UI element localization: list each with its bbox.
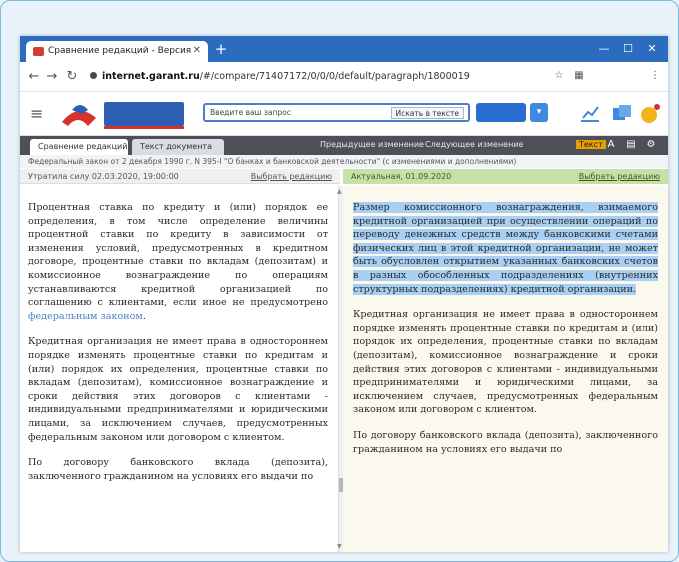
right-choose-edition-link[interactable]: Выбрать редакцию [579,172,660,181]
scroll-up-icon[interactable]: ▲ [337,188,342,195]
maximize-button[interactable]: ☐ [618,42,638,55]
settings-icon[interactable]: ⚙ [644,139,658,151]
reload-icon[interactable]: ↻ [64,69,80,84]
left-paragraph-1-text: Процентная ставка по кредиту и (или) пор… [28,202,328,309]
minimize-button[interactable]: — [594,42,614,55]
left-edition-header: Утратила силу 02.03.2020, 19:00:00 Выбра… [20,169,340,184]
new-tab-button[interactable]: + [212,42,230,58]
app-header: ≡ Введите ваш запрос Искать в тексте ▾ [20,92,668,136]
right-edition-label[interactable]: Актуальная, 01.09.2020 [351,172,451,181]
lock-icon [90,72,97,79]
url-path: /#/compare/71407172/0/0/0/default/paragr… [199,71,470,82]
menu-icon[interactable]: ⋮ [648,70,662,81]
left-edition-text: Процентная ставка по кредиту и (или) пор… [20,186,336,552]
left-choose-edition-link[interactable]: Выбрать редакцию [251,172,332,181]
text-mode-badge[interactable]: Текст [576,140,606,149]
title-bar: Сравнение редакций - Версия ✕ + — ☐ ✕ [20,36,668,62]
left-edition-label[interactable]: Утратила силу 02.03.2020, 19:00:00 [28,172,179,181]
hamburger-icon[interactable]: ≡ [30,104,43,123]
back-icon[interactable]: ← [26,69,42,84]
tab-title: Сравнение редакций - Версия [48,46,192,56]
chart-icon[interactable] [578,102,602,124]
left-paragraph-2: Кредитная организация не имеет права в о… [28,336,328,443]
browser-window: Сравнение редакций - Версия ✕ + — ☐ ✕ ← … [20,36,668,552]
star-icon[interactable]: ☆ [552,70,566,81]
search-input[interactable]: Введите ваш запрос Искать в тексте [203,103,470,122]
search-options-button[interactable]: ▾ [530,103,548,122]
right-paragraph-3: По договору банковского вклада (депозита… [353,429,658,455]
right-edition-header: Актуальная, 01.09.2020 Выбрать редакцию [343,169,668,184]
favicon-icon [33,47,44,56]
left-paragraph-1: Процентная ставка по кредиту и (или) пор… [28,201,328,323]
left-paragraph-3: По договору банковского вклада (депозита… [28,457,328,482]
right-paragraph-2: Кредитная организация не имеет права в о… [353,309,658,416]
prev-change-link[interactable]: Предыдущее изменение [320,140,424,149]
added-text-highlight: Размер комиссионного вознаграждения, взи… [353,202,658,295]
compare-toolbar: Сравнение редакций Текст документа Преды… [20,136,668,155]
documents-icon[interactable] [610,102,634,124]
print-icon[interactable]: ▤ [624,139,638,151]
browser-tab[interactable]: Сравнение редакций - Версия ✕ [26,41,208,62]
scroll-down-icon[interactable]: ▼ [337,543,342,550]
right-edition-text: Размер комиссионного вознаграждения, взи… [343,186,668,552]
notification-icon[interactable] [638,102,662,124]
federal-law-link[interactable]: федеральным законом [28,311,143,322]
tab-compare-editions[interactable]: Сравнение редакций [30,139,128,155]
left-paragraph-1-end: . [142,310,146,322]
tab-document-text[interactable]: Текст документа [132,139,224,155]
extensions-icon[interactable]: ▦ [572,70,586,81]
font-size-icon[interactable]: A [604,139,618,151]
search-placeholder: Введите ваш запрос [210,108,291,117]
find-button[interactable] [476,103,526,122]
url-field[interactable]: internet.garant.ru/#/compare/71407172/0/… [90,68,530,86]
document-title: Федеральный закон от 2 декабря 1990 г. N… [20,155,668,168]
close-tab-icon[interactable]: ✕ [193,45,201,56]
search-scope-select[interactable]: Искать в тексте [390,107,464,119]
url-domain: internet.garant.ru [102,71,200,82]
garant-logo[interactable] [58,96,190,132]
next-change-link[interactable]: Следующее изменение [425,140,523,149]
address-bar: ← → ↻ internet.garant.ru/#/compare/71407… [20,62,668,92]
forward-icon[interactable]: → [44,69,60,84]
close-window-button[interactable]: ✕ [642,42,662,55]
right-paragraph-1: Размер комиссионного вознаграждения, взи… [353,201,658,296]
